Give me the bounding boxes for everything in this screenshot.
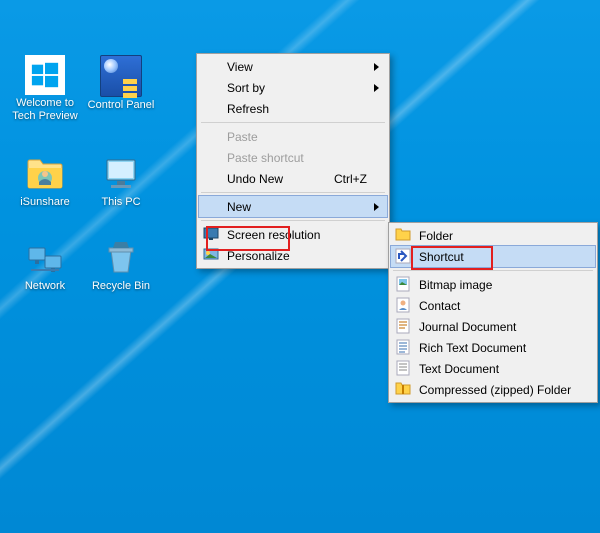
desktop-icon-label: Recycle Bin [84, 280, 158, 293]
menu-item-label: View [227, 60, 253, 74]
desktop-icon-isunshare[interactable]: iSunshare [8, 154, 82, 209]
menu-item-paste: Paste [199, 126, 387, 147]
windows-logo-icon [25, 55, 65, 95]
menu-item-label: Rich Text Document [419, 341, 526, 355]
menu-separator [201, 122, 385, 123]
shortcut-icon [395, 248, 411, 264]
control-panel-icon [100, 55, 142, 97]
submenu-item-shortcut[interactable]: Shortcut [390, 245, 596, 268]
desktop-icon-label: Welcome to Tech Preview [8, 97, 82, 123]
menu-item-undo-new[interactable]: Undo New Ctrl+Z [199, 168, 387, 189]
text-icon [395, 360, 411, 376]
menu-item-shortcut: Ctrl+Z [334, 172, 367, 186]
menu-item-screen-resolution[interactable]: Screen resolution [199, 224, 387, 245]
screen-resolution-icon [203, 226, 219, 242]
this-pc-icon [101, 154, 141, 194]
menu-separator [201, 192, 385, 193]
desktop-icon-label: Control Panel [84, 99, 158, 112]
desktop-icon-recycle-bin[interactable]: Recycle Bin [84, 238, 158, 293]
desktop[interactable]: Welcome to Tech Preview iSunshare Networ… [0, 0, 600, 533]
menu-item-label: Compressed (zipped) Folder [419, 383, 571, 397]
submenu-item-text[interactable]: Text Document [391, 358, 595, 379]
menu-item-label: Personalize [227, 249, 290, 263]
desktop-icon-label: Network [8, 280, 82, 293]
submenu-item-contact[interactable]: Contact [391, 295, 595, 316]
menu-item-label: Folder [419, 229, 453, 243]
submenu-item-bitmap[interactable]: Bitmap image [391, 274, 595, 295]
menu-item-view[interactable]: View [199, 56, 387, 77]
menu-item-paste-shortcut: Paste shortcut [199, 147, 387, 168]
zip-folder-icon [395, 381, 411, 397]
menu-item-label: Paste shortcut [227, 151, 304, 165]
submenu-item-journal[interactable]: Journal Document [391, 316, 595, 337]
submenu-arrow-icon [374, 203, 379, 211]
journal-icon [395, 318, 411, 334]
bitmap-icon [395, 276, 411, 292]
rtf-icon [395, 339, 411, 355]
submenu-item-zip[interactable]: Compressed (zipped) Folder [391, 379, 595, 400]
folder-icon [25, 154, 65, 194]
contact-icon [395, 297, 411, 313]
personalize-icon [203, 247, 219, 263]
new-submenu: Folder Shortcut Bitmap image Contact Jo [388, 222, 598, 403]
menu-item-personalize[interactable]: Personalize [199, 245, 387, 266]
desktop-icon-label: iSunshare [8, 196, 82, 209]
desktop-icon-network[interactable]: Network [8, 238, 82, 293]
menu-separator [393, 270, 593, 271]
menu-item-label: Shortcut [419, 250, 464, 264]
desktop-icon-welcome[interactable]: Welcome to Tech Preview [8, 55, 82, 123]
menu-item-label: Text Document [419, 362, 499, 376]
network-icon [25, 238, 65, 278]
context-menu: View Sort by Refresh Paste Paste shortcu… [196, 53, 390, 269]
menu-item-sort-by[interactable]: Sort by [199, 77, 387, 98]
menu-item-label: Undo New [227, 172, 283, 186]
submenu-item-rtf[interactable]: Rich Text Document [391, 337, 595, 358]
menu-item-label: Paste [227, 130, 258, 144]
menu-item-label: Refresh [227, 102, 269, 116]
menu-item-label: Sort by [227, 81, 265, 95]
menu-item-label: Contact [419, 299, 460, 313]
submenu-item-folder[interactable]: Folder [391, 225, 595, 246]
menu-item-refresh[interactable]: Refresh [199, 98, 387, 119]
menu-separator [201, 220, 385, 221]
desktop-icon-control-panel[interactable]: Control Panel [84, 55, 158, 112]
menu-item-label: Screen resolution [227, 228, 320, 242]
submenu-arrow-icon [374, 84, 379, 92]
desktop-icon-label: This PC [84, 196, 158, 209]
folder-icon [395, 227, 411, 243]
menu-item-label: New [227, 200, 251, 214]
desktop-icon-this-pc[interactable]: This PC [84, 154, 158, 209]
menu-item-label: Journal Document [419, 320, 516, 334]
recycle-bin-icon [101, 238, 141, 278]
submenu-arrow-icon [374, 63, 379, 71]
menu-item-label: Bitmap image [419, 278, 492, 292]
menu-item-new[interactable]: New [198, 195, 388, 218]
